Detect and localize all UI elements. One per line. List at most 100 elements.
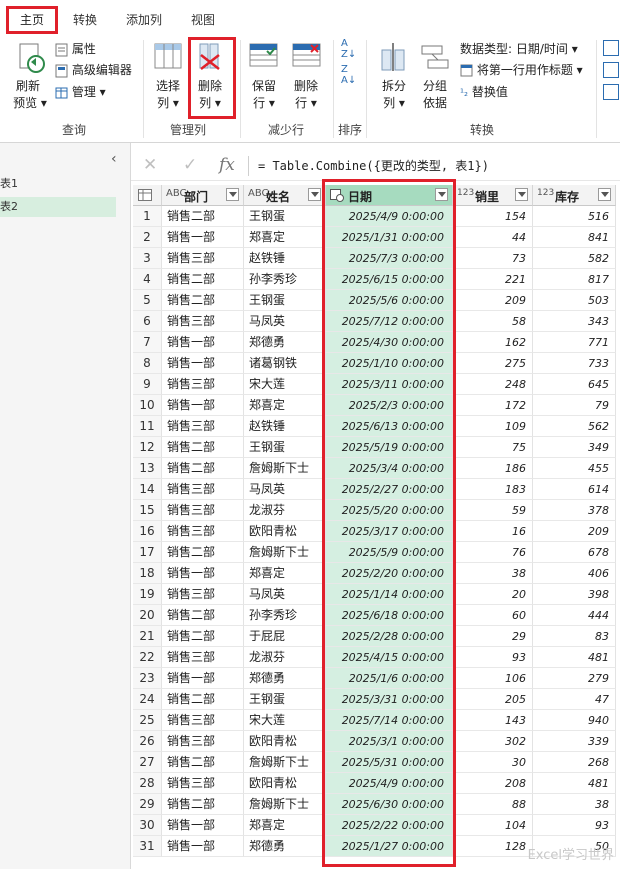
cell-stock[interactable]: 444	[533, 605, 616, 626]
cell-department[interactable]: 销售三部	[162, 521, 244, 542]
cell-stock[interactable]: 678	[533, 542, 616, 563]
cell-sales[interactable]: 186	[453, 458, 533, 479]
table-row[interactable]: 7 销售一部 郑德勇 2025/4/30 0:00:00 162 771	[133, 332, 620, 353]
cell-date[interactable]: 2025/3/31 0:00:00	[326, 689, 453, 710]
cell-department[interactable]: 销售二部	[162, 290, 244, 311]
cell-name[interactable]: 詹姆斯下士	[244, 458, 326, 479]
cell-stock[interactable]: 481	[533, 647, 616, 668]
row-number[interactable]: 10	[133, 395, 162, 416]
tab-add-column[interactable]: 添加列	[126, 11, 162, 28]
merge-icon[interactable]	[603, 62, 619, 78]
cell-stock[interactable]: 38	[533, 794, 616, 815]
cell-stock[interactable]: 83	[533, 626, 616, 647]
cell-stock[interactable]: 481	[533, 773, 616, 794]
cell-name[interactable]: 龙淑芬	[244, 647, 326, 668]
cell-date[interactable]: 2025/2/20 0:00:00	[326, 563, 453, 584]
cell-name[interactable]: 郑喜定	[244, 227, 326, 248]
table-row[interactable]: 19 销售三部 马凤英 2025/1/14 0:00:00 20 398	[133, 584, 620, 605]
use-first-row-as-headers-button[interactable]: 将第一行用作标题 ▾	[460, 61, 583, 79]
query-item[interactable]: 表1	[0, 174, 116, 194]
cell-name[interactable]: 龙淑芬	[244, 500, 326, 521]
cell-department[interactable]: 销售一部	[162, 563, 244, 584]
cell-date[interactable]: 2025/1/31 0:00:00	[326, 227, 453, 248]
table-row[interactable]: 25 销售三部 宋大莲 2025/7/14 0:00:00 143 940	[133, 710, 620, 731]
cell-department[interactable]: 销售一部	[162, 815, 244, 836]
cell-sales[interactable]: 44	[453, 227, 533, 248]
cell-date[interactable]: 2025/2/27 0:00:00	[326, 479, 453, 500]
cell-sales[interactable]: 162	[453, 332, 533, 353]
cell-department[interactable]: 销售二部	[162, 605, 244, 626]
cell-sales[interactable]: 30	[453, 752, 533, 773]
filter-dropdown-icon[interactable]	[515, 188, 528, 201]
cell-stock[interactable]: 47	[533, 689, 616, 710]
table-row[interactable]: 17 销售二部 詹姆斯下士 2025/5/9 0:00:00 76 678	[133, 542, 620, 563]
cell-date[interactable]: 2025/2/3 0:00:00	[326, 395, 453, 416]
cell-name[interactable]: 詹姆斯下士	[244, 542, 326, 563]
cell-sales[interactable]: 205	[453, 689, 533, 710]
row-number[interactable]: 22	[133, 647, 162, 668]
cell-stock[interactable]: 79	[533, 395, 616, 416]
sort-ascending-icon[interactable]: A Z↓	[341, 38, 356, 60]
row-number[interactable]: 7	[133, 332, 162, 353]
cell-sales[interactable]: 76	[453, 542, 533, 563]
cell-department[interactable]: 销售三部	[162, 647, 244, 668]
cell-date[interactable]: 2025/1/14 0:00:00	[326, 584, 453, 605]
sort-descending-icon[interactable]: Z A↓	[341, 64, 356, 86]
row-number[interactable]: 30	[133, 815, 162, 836]
filter-dropdown-icon[interactable]	[435, 188, 448, 201]
cell-department[interactable]: 销售三部	[162, 479, 244, 500]
cell-sales[interactable]: 29	[453, 626, 533, 647]
cell-stock[interactable]: 209	[533, 521, 616, 542]
cell-department[interactable]: 销售三部	[162, 773, 244, 794]
cell-date[interactable]: 2025/4/15 0:00:00	[326, 647, 453, 668]
manage-button[interactable]: 管理 ▾	[55, 83, 106, 101]
collapse-pane-icon[interactable]: ‹	[111, 151, 117, 167]
row-number[interactable]: 2	[133, 227, 162, 248]
row-number[interactable]: 12	[133, 437, 162, 458]
table-menu-header[interactable]	[133, 185, 162, 206]
cell-sales[interactable]: 183	[453, 479, 533, 500]
cell-date[interactable]: 2025/7/14 0:00:00	[326, 710, 453, 731]
cell-stock[interactable]: 339	[533, 731, 616, 752]
cell-stock[interactable]: 771	[533, 332, 616, 353]
row-number[interactable]: 16	[133, 521, 162, 542]
cell-date[interactable]: 2025/7/3 0:00:00	[326, 248, 453, 269]
cell-name[interactable]: 郑德勇	[244, 836, 326, 857]
confirm-icon[interactable]: ✓	[183, 155, 197, 175]
cell-name[interactable]: 郑德勇	[244, 332, 326, 353]
row-number[interactable]: 25	[133, 710, 162, 731]
table-row[interactable]: 21 销售二部 于屁屁 2025/2/28 0:00:00 29 83	[133, 626, 620, 647]
cell-stock[interactable]: 841	[533, 227, 616, 248]
table-row[interactable]: 30 销售一部 郑喜定 2025/2/22 0:00:00 104 93	[133, 815, 620, 836]
row-number[interactable]: 26	[133, 731, 162, 752]
cell-name[interactable]: 欧阳青松	[244, 521, 326, 542]
cell-department[interactable]: 销售三部	[162, 374, 244, 395]
row-number[interactable]: 15	[133, 500, 162, 521]
row-number[interactable]: 27	[133, 752, 162, 773]
table-row[interactable]: 13 销售二部 詹姆斯下士 2025/3/4 0:00:00 186 455	[133, 458, 620, 479]
table-row[interactable]: 2 销售一部 郑喜定 2025/1/31 0:00:00 44 841	[133, 227, 620, 248]
cell-department[interactable]: 销售三部	[162, 311, 244, 332]
row-number[interactable]: 24	[133, 689, 162, 710]
cell-name[interactable]: 赵铁锤	[244, 248, 326, 269]
data-type-dropdown[interactable]: 数据类型: 日期/时间 ▾	[460, 40, 578, 58]
row-number[interactable]: 3	[133, 248, 162, 269]
cell-name[interactable]: 马凤英	[244, 479, 326, 500]
table-row[interactable]: 10 销售一部 郑喜定 2025/2/3 0:00:00 172 79	[133, 395, 620, 416]
tab-home[interactable]: 主页	[20, 11, 44, 28]
cell-department[interactable]: 销售一部	[162, 668, 244, 689]
cell-date[interactable]: 2025/1/6 0:00:00	[326, 668, 453, 689]
cell-stock[interactable]: 279	[533, 668, 616, 689]
table-row[interactable]: 3 销售三部 赵铁锤 2025/7/3 0:00:00 73 582	[133, 248, 620, 269]
cell-name[interactable]: 欧阳青松	[244, 773, 326, 794]
cell-date[interactable]: 2025/5/6 0:00:00	[326, 290, 453, 311]
cell-name[interactable]: 马凤英	[244, 311, 326, 332]
cell-department[interactable]: 销售二部	[162, 269, 244, 290]
cell-name[interactable]: 郑喜定	[244, 563, 326, 584]
cell-name[interactable]: 詹姆斯下士	[244, 752, 326, 773]
cell-sales[interactable]: 172	[453, 395, 533, 416]
cell-date[interactable]: 2025/3/4 0:00:00	[326, 458, 453, 479]
cell-stock[interactable]: 940	[533, 710, 616, 731]
cell-name[interactable]: 宋大莲	[244, 710, 326, 731]
cell-date[interactable]: 2025/5/19 0:00:00	[326, 437, 453, 458]
